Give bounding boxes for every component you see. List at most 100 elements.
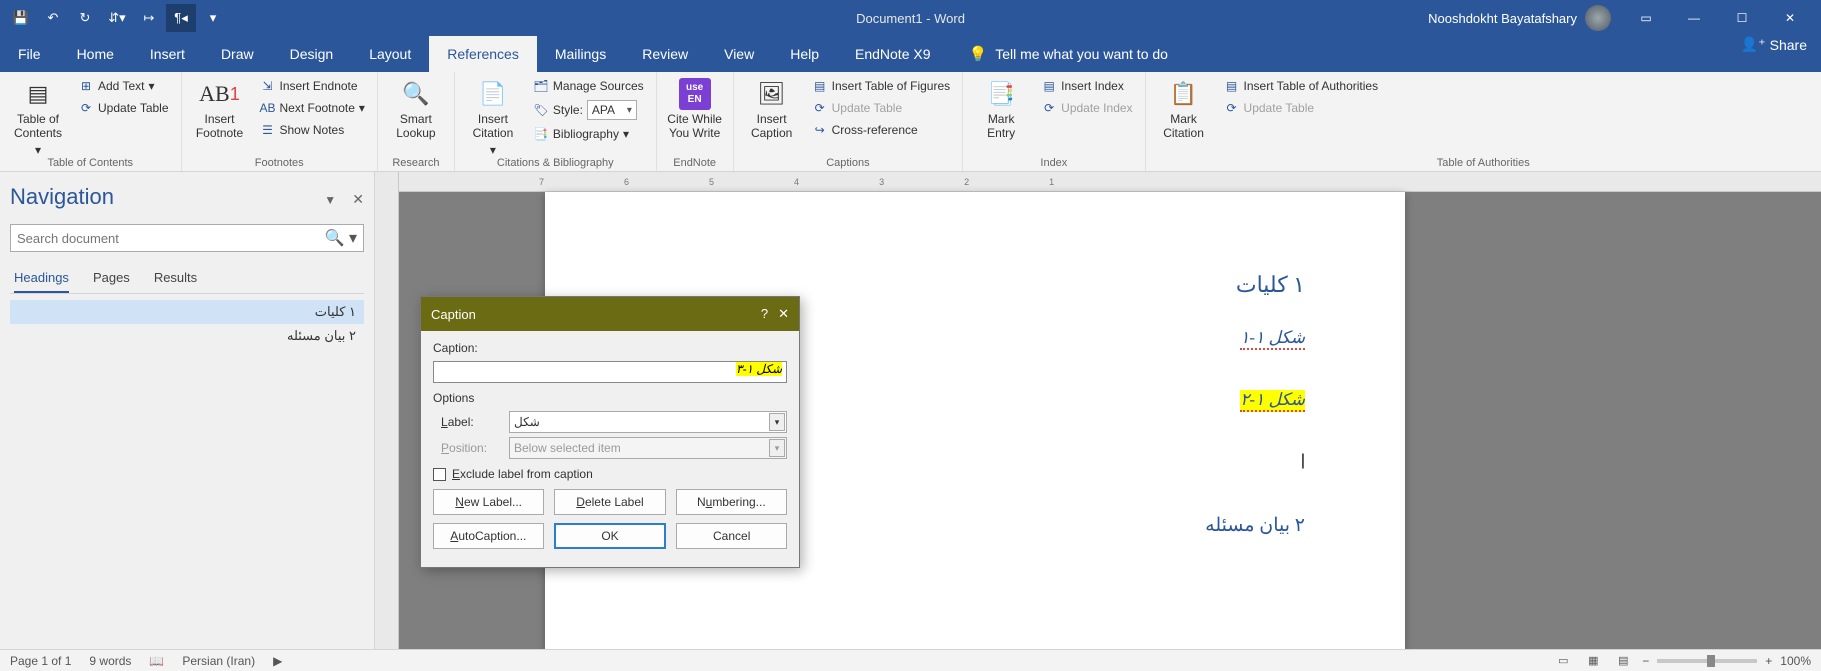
- search-input[interactable]: [17, 231, 325, 246]
- tab-design[interactable]: Design: [272, 36, 352, 72]
- zoom-out-icon[interactable]: −: [1642, 654, 1649, 668]
- macro-icon[interactable]: ▶: [273, 654, 282, 668]
- group-endnote-label: EndNote: [665, 157, 725, 171]
- tab-help[interactable]: Help: [772, 36, 837, 72]
- redo-icon[interactable]: ↻: [70, 4, 100, 32]
- horizontal-ruler: 7 6 5 4 3 2 1: [399, 172, 1821, 192]
- share-button[interactable]: 👤⁺ Share: [1741, 36, 1807, 53]
- add-text-button[interactable]: ⊞Add Text ▾: [74, 76, 173, 96]
- group-toc: ▤ Table of Contents▾ ⊞Add Text ▾ ⟳Update…: [0, 72, 182, 171]
- checkbox-icon: [433, 468, 446, 481]
- tab-insert[interactable]: Insert: [132, 36, 203, 72]
- tell-me[interactable]: 💡 Tell me what you want to do: [969, 36, 1168, 72]
- caption-input[interactable]: شکل ۱-۳: [433, 361, 787, 383]
- save-icon[interactable]: 💾: [6, 4, 36, 32]
- manage-sources-button[interactable]: 🗂Manage Sources: [529, 76, 648, 96]
- cancel-button[interactable]: Cancel: [676, 523, 787, 549]
- zoom-in-icon[interactable]: +: [1765, 654, 1772, 668]
- zoom-level[interactable]: 100%: [1780, 654, 1811, 668]
- next-footnote-label: Next Footnote: [280, 101, 355, 115]
- title-right: Nooshdokht Bayatafshary ▭ ― ☐ ✕: [1428, 4, 1813, 32]
- nav-tab-results[interactable]: Results: [154, 270, 197, 293]
- insert-endnote-label: Insert Endnote: [280, 79, 358, 93]
- tab-view[interactable]: View: [706, 36, 772, 72]
- tab-draw[interactable]: Draw: [203, 36, 272, 72]
- tab-review[interactable]: Review: [624, 36, 706, 72]
- status-page[interactable]: Page 1 of 1: [10, 654, 71, 668]
- ribbon-display-icon[interactable]: ▭: [1623, 4, 1669, 32]
- avatar[interactable]: [1585, 5, 1611, 31]
- insert-tof-button[interactable]: ▤Insert Table of Figures: [808, 76, 955, 96]
- insert-index-button[interactable]: ▤Insert Index: [1037, 76, 1136, 96]
- maximize-icon[interactable]: ☐: [1719, 4, 1765, 32]
- insert-endnote-button[interactable]: ⇲Insert Endnote: [256, 76, 369, 96]
- paragraph-marks-icon[interactable]: ¶◂: [166, 4, 196, 32]
- smart-lookup-icon: 🔍: [400, 78, 432, 110]
- ruler-tick: 5: [709, 177, 714, 187]
- minimize-icon[interactable]: ―: [1671, 4, 1717, 32]
- tab-home[interactable]: Home: [59, 36, 132, 72]
- document-title: Document1 - Word: [856, 11, 965, 26]
- close-icon[interactable]: ✕: [1767, 4, 1813, 32]
- new-label-button[interactable]: New Label...: [433, 489, 544, 515]
- mark-entry-button[interactable]: 📑 Mark Entry: [971, 76, 1031, 141]
- show-notes-button[interactable]: ☰Show Notes: [256, 120, 369, 140]
- dialog-close-icon[interactable]: ✕: [778, 306, 789, 322]
- update-index-label: Update Index: [1061, 101, 1132, 115]
- bibliography-button[interactable]: 📑Bibliography ▾: [529, 124, 648, 144]
- doc-fig1: شکل ۱-۱: [1240, 328, 1305, 350]
- view-print-icon[interactable]: ▦: [1582, 652, 1604, 670]
- insert-toa-icon: ▤: [1224, 78, 1240, 94]
- delete-label-button[interactable]: Delete Label: [554, 489, 665, 515]
- nav-dropdown-icon[interactable]: ▼: [324, 193, 336, 207]
- view-read-icon[interactable]: ▭: [1552, 652, 1574, 670]
- cite-while-write-button[interactable]: useEN Cite While You Write: [665, 76, 725, 141]
- ruler-tick: 1: [1049, 177, 1054, 187]
- nav-tab-headings[interactable]: Headings: [14, 270, 69, 293]
- tab-mailings[interactable]: Mailings: [537, 36, 624, 72]
- view-web-icon[interactable]: ▤: [1612, 652, 1634, 670]
- touch-icon[interactable]: ↦: [134, 4, 164, 32]
- search-box[interactable]: 🔍 ▾: [10, 224, 364, 252]
- dialog-help-icon[interactable]: ?: [761, 306, 768, 322]
- label-combo[interactable]: شکل ▾: [509, 411, 787, 433]
- insert-citation-button[interactable]: 📄 Insert Citation▾: [463, 76, 523, 157]
- nav-item[interactable]: ۲ بیان مسئله: [10, 324, 364, 348]
- insert-toa-button[interactable]: ▤Insert Table of Authorities: [1220, 76, 1383, 96]
- toc-button[interactable]: ▤ Table of Contents▾: [8, 76, 68, 157]
- nav-close-icon[interactable]: ✕: [352, 191, 364, 207]
- group-footnotes: AB1 Insert Footnote ⇲Insert Endnote AB Ne…: [182, 72, 378, 171]
- insert-footnote-button[interactable]: AB1 Insert Footnote: [190, 76, 250, 141]
- mark-citation-button[interactable]: 📋 Mark Citation: [1154, 76, 1214, 141]
- spellcheck-icon[interactable]: 📖: [149, 654, 164, 668]
- tab-file[interactable]: File: [0, 36, 59, 72]
- navigation-pane: Navigation ▼ ✕ 🔍 ▾ Headings Pages Result…: [0, 172, 375, 649]
- cross-reference-button[interactable]: ↪Cross-reference: [808, 120, 955, 140]
- update-toc-button[interactable]: ⟳Update Table: [74, 98, 173, 118]
- insert-caption-button[interactable]: 🖼 Insert Caption: [742, 76, 802, 141]
- undo-icon[interactable]: ↶: [38, 4, 68, 32]
- tab-references[interactable]: References: [429, 36, 537, 72]
- update-tof-button: ⟳Update Table: [808, 98, 955, 118]
- autocaption-button[interactable]: AutoCaption...: [433, 523, 544, 549]
- smart-lookup-button[interactable]: 🔍 Smart Lookup: [386, 76, 446, 141]
- qat-more-icon[interactable]: ▾: [198, 4, 228, 32]
- nav-item[interactable]: ۱ کلیات: [10, 300, 364, 324]
- status-language[interactable]: Persian (Iran): [182, 654, 255, 668]
- status-words[interactable]: 9 words: [89, 654, 131, 668]
- nav-tab-pages[interactable]: Pages: [93, 270, 130, 293]
- zoom-slider[interactable]: [1657, 659, 1757, 663]
- search-icon[interactable]: 🔍 ▾: [325, 228, 357, 248]
- customize-icon[interactable]: ⇵▾: [102, 4, 132, 32]
- next-footnote-icon: AB: [260, 100, 276, 116]
- update-toa-icon: ⟳: [1224, 100, 1240, 116]
- main: Navigation ▼ ✕ 🔍 ▾ Headings Pages Result…: [0, 172, 1821, 649]
- tab-layout[interactable]: Layout: [351, 36, 429, 72]
- ok-button[interactable]: OK: [554, 523, 667, 549]
- next-footnote-button[interactable]: ABNext Footnote ▾: [256, 98, 369, 118]
- numbering-button[interactable]: Numbering...: [676, 489, 787, 515]
- exclude-checkbox[interactable]: Exclude label from caption: [433, 467, 787, 481]
- style-select[interactable]: APA: [587, 100, 637, 120]
- update-index-icon: ⟳: [1041, 100, 1057, 116]
- tab-endnote[interactable]: EndNote X9: [837, 36, 949, 72]
